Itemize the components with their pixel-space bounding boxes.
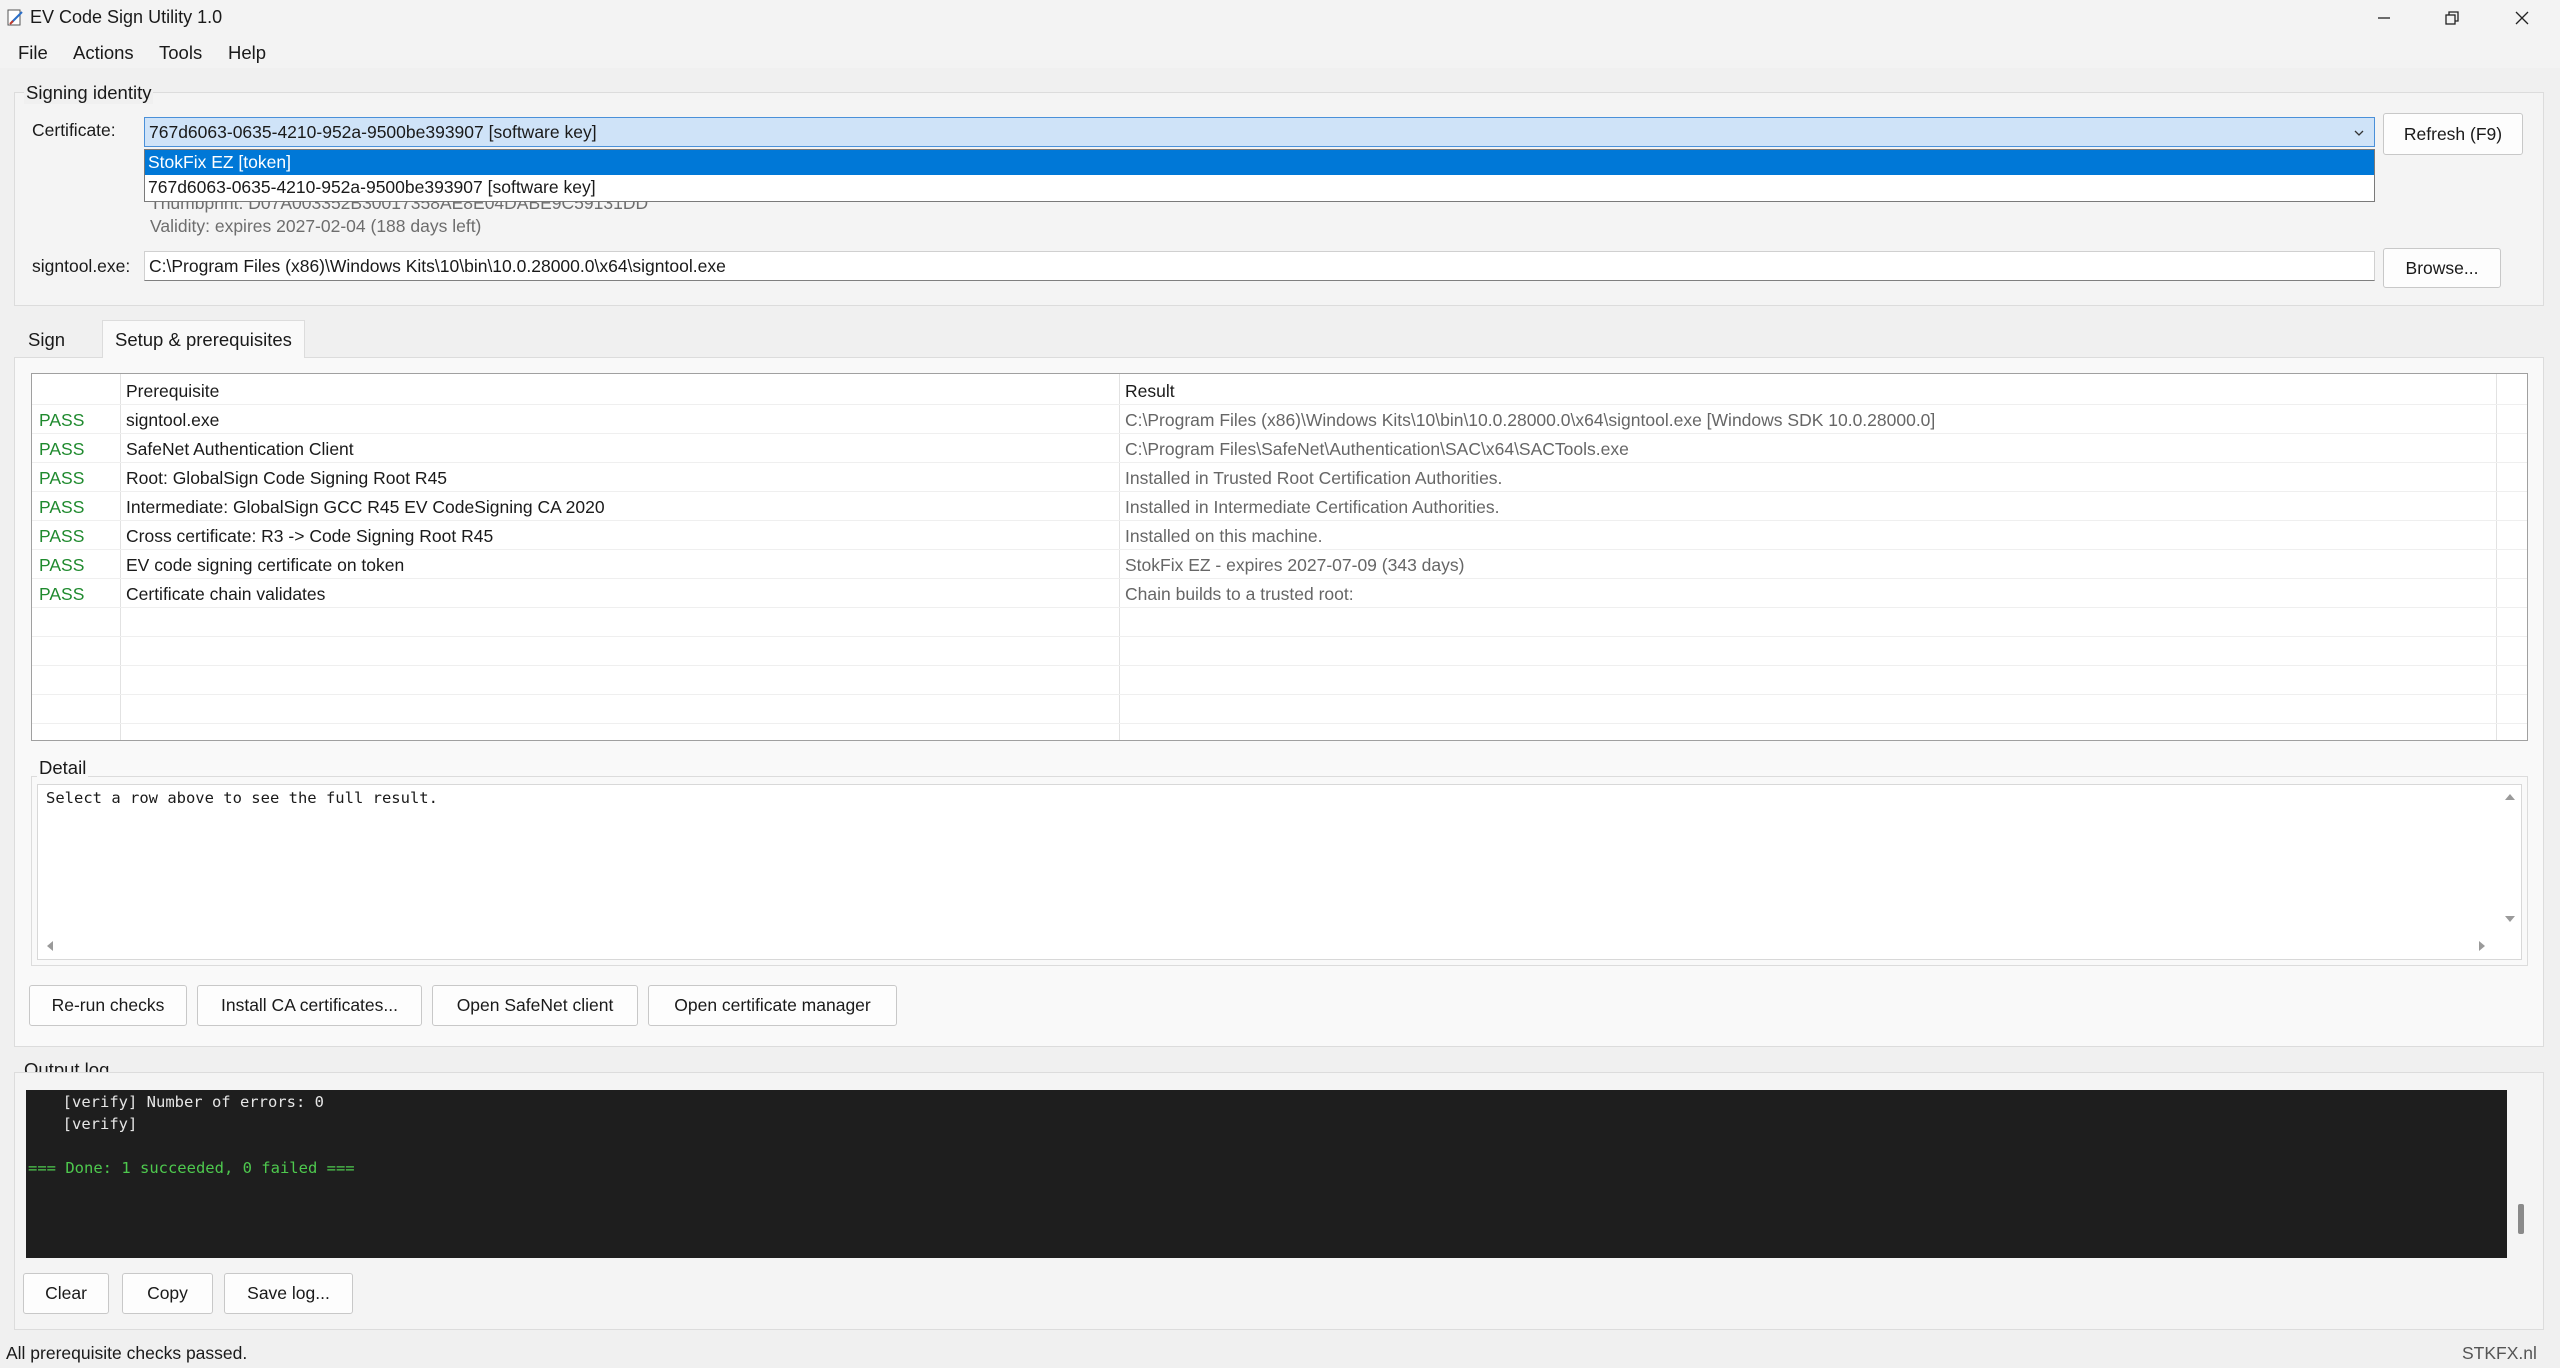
row-status: PASS bbox=[39, 468, 85, 488]
log-line-done: === Done: 1 succeeded, 0 failed === bbox=[28, 1159, 355, 1177]
title-bar: EV Code Sign Utility 1.0 bbox=[0, 0, 2560, 36]
restore-button[interactable] bbox=[2418, 0, 2486, 36]
rerun-checks-button[interactable]: Re-run checks bbox=[29, 985, 187, 1026]
dropdown-option-software-key[interactable]: 767d6063-0635-4210-952a-9500be393907 [so… bbox=[145, 175, 2374, 200]
validity-text: Validity: expires 2027-02-04 (188 days l… bbox=[150, 216, 482, 236]
row-status: PASS bbox=[39, 555, 85, 575]
close-icon bbox=[2515, 11, 2529, 25]
menu-actions[interactable]: Actions bbox=[69, 40, 138, 66]
detail-text: Select a row above to see the full resul… bbox=[46, 789, 438, 807]
log-scrollbar-thumb[interactable] bbox=[2518, 1204, 2524, 1234]
detail-textarea[interactable]: Select a row above to see the full resul… bbox=[37, 784, 2522, 960]
signtool-path-input[interactable]: C:\Program Files (x86)\Windows Kits\10\b… bbox=[144, 251, 2375, 281]
app-icon bbox=[7, 9, 23, 26]
scroll-up-icon[interactable] bbox=[2503, 791, 2517, 803]
menu-bar: File Actions Tools Help bbox=[0, 36, 2560, 68]
row-status: PASS bbox=[39, 526, 85, 546]
tab-setup[interactable]: Setup & prerequisites bbox=[102, 320, 305, 358]
row-status: PASS bbox=[39, 584, 85, 604]
dropdown-option-token[interactable]: StokFix EZ [token] bbox=[145, 150, 2374, 175]
tab-sign[interactable]: Sign bbox=[16, 322, 77, 358]
row-result: Installed on this machine. bbox=[1125, 526, 1323, 546]
chevron-down-icon bbox=[2354, 130, 2364, 136]
brand-label: STKFX.nl bbox=[2462, 1343, 2537, 1363]
log-line: [verify] Number of errors: 0 bbox=[44, 1093, 324, 1111]
row-status: PASS bbox=[39, 410, 85, 430]
menu-tools[interactable]: Tools bbox=[155, 40, 206, 66]
log-line: [verify] bbox=[44, 1115, 138, 1133]
clear-log-button[interactable]: Clear bbox=[23, 1273, 109, 1314]
install-ca-button[interactable]: Install CA certificates... bbox=[197, 985, 422, 1026]
save-log-button[interactable]: Save log... bbox=[224, 1273, 353, 1314]
signing-identity-title: Signing identity bbox=[24, 82, 154, 104]
row-result: C:\Program Files (x86)\Windows Kits\10\b… bbox=[1125, 410, 1936, 430]
certificate-dropdown-list: StokFix EZ [token] 767d6063-0635-4210-95… bbox=[144, 149, 2375, 202]
row-prerequisite: Intermediate: GlobalSign GCC R45 EV Code… bbox=[126, 497, 605, 517]
restore-icon bbox=[2445, 11, 2459, 25]
open-certmgr-button[interactable]: Open certificate manager bbox=[648, 985, 897, 1026]
output-log-console[interactable]: [verify] Number of errors: 0 [verify] ==… bbox=[26, 1090, 2507, 1258]
menu-file[interactable]: File bbox=[14, 40, 52, 66]
scroll-right-icon[interactable] bbox=[2476, 939, 2488, 953]
minimize-button[interactable] bbox=[2350, 0, 2418, 36]
row-prerequisite: Certificate chain validates bbox=[126, 584, 326, 604]
header-prerequisite[interactable]: Prerequisite bbox=[126, 381, 219, 402]
row-result: StokFix EZ - expires 2027-07-09 (343 day… bbox=[1125, 555, 1465, 575]
close-button[interactable] bbox=[2488, 0, 2556, 36]
status-message: All prerequisite checks passed. bbox=[6, 1343, 248, 1363]
row-prerequisite: Root: GlobalSign Code Signing Root R45 bbox=[126, 468, 448, 488]
signtool-label: signtool.exe: bbox=[32, 256, 131, 276]
scroll-down-icon[interactable] bbox=[2503, 913, 2517, 925]
copy-log-button[interactable]: Copy bbox=[122, 1273, 213, 1314]
row-status: PASS bbox=[39, 439, 85, 459]
open-safenet-button[interactable]: Open SafeNet client bbox=[432, 985, 638, 1026]
refresh-button[interactable]: Refresh (F9) bbox=[2383, 113, 2523, 155]
certificate-combo-value: 767d6063-0635-4210-952a-9500be393907 [so… bbox=[149, 121, 597, 142]
certificate-label: Certificate: bbox=[32, 120, 116, 140]
browse-button[interactable]: Browse... bbox=[2383, 248, 2501, 288]
row-result: Installed in Trusted Root Certification … bbox=[1125, 468, 1503, 488]
certificate-combo[interactable]: 767d6063-0635-4210-952a-9500be393907 [so… bbox=[144, 117, 2375, 147]
row-prerequisite: EV code signing certificate on token bbox=[126, 555, 405, 575]
row-prerequisite: SafeNet Authentication Client bbox=[126, 439, 354, 459]
status-bar: All prerequisite checks passed. STKFX.nl bbox=[0, 1338, 2560, 1368]
minimize-icon bbox=[2378, 17, 2390, 19]
header-result[interactable]: Result bbox=[1125, 381, 1175, 402]
window-title: EV Code Sign Utility 1.0 bbox=[30, 7, 223, 27]
detail-title: Detail bbox=[37, 757, 89, 779]
row-prerequisite: signtool.exe bbox=[126, 410, 220, 430]
row-result: Installed in Intermediate Certification … bbox=[1125, 497, 1500, 517]
prereq-table: Prerequisite Result PASS signtool.exe C:… bbox=[31, 373, 2528, 741]
row-result: Chain builds to a trusted root: bbox=[1125, 584, 1354, 604]
row-result: C:\Program Files\SafeNet\Authentication\… bbox=[1125, 439, 1629, 459]
menu-help[interactable]: Help bbox=[224, 40, 270, 66]
scroll-left-icon[interactable] bbox=[44, 939, 56, 953]
row-prerequisite: Cross certificate: R3 -> Code Signing Ro… bbox=[126, 526, 494, 546]
row-status: PASS bbox=[39, 497, 85, 517]
